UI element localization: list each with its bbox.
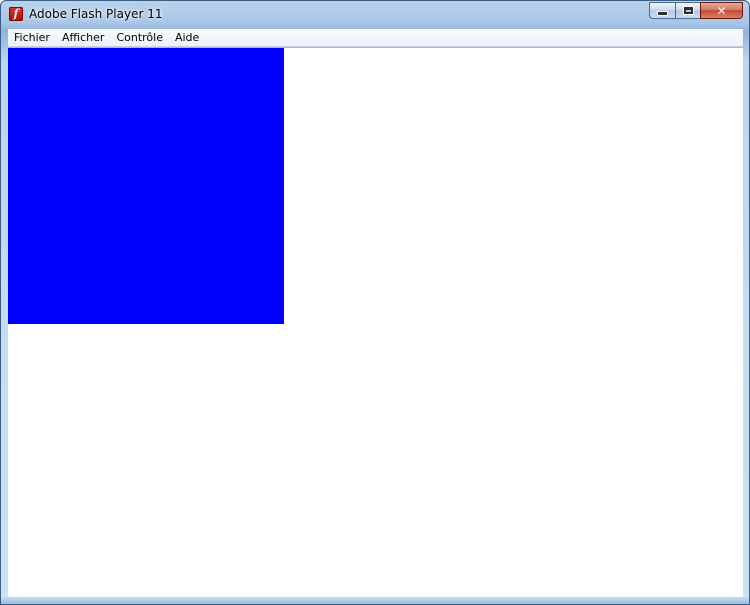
window-title: Adobe Flash Player 11 [29,7,163,21]
menu-item-fichier[interactable]: Fichier [8,29,56,46]
blue-square-shape [8,48,284,324]
close-icon: ✕ [716,3,727,18]
minimize-button[interactable] [649,2,675,19]
flash-stage[interactable] [8,47,743,599]
flash-player-window: f Adobe Flash Player 11 ✕ Fichier Affich… [0,0,750,605]
title-bar[interactable]: f Adobe Flash Player 11 ✕ [1,1,749,28]
maximize-button[interactable] [675,2,700,19]
menu-item-afficher[interactable]: Afficher [56,29,110,46]
menu-item-aide[interactable]: Aide [169,29,205,46]
close-button[interactable]: ✕ [700,2,743,19]
minimize-icon [658,12,667,15]
menu-bar: Fichier Afficher Contrôle Aide [8,29,743,47]
maximize-icon [683,7,693,14]
window-bottom-border[interactable] [1,597,749,604]
menu-item-controle[interactable]: Contrôle [110,29,169,46]
flash-player-icon[interactable]: f [9,7,23,21]
caption-buttons: ✕ [649,2,743,20]
